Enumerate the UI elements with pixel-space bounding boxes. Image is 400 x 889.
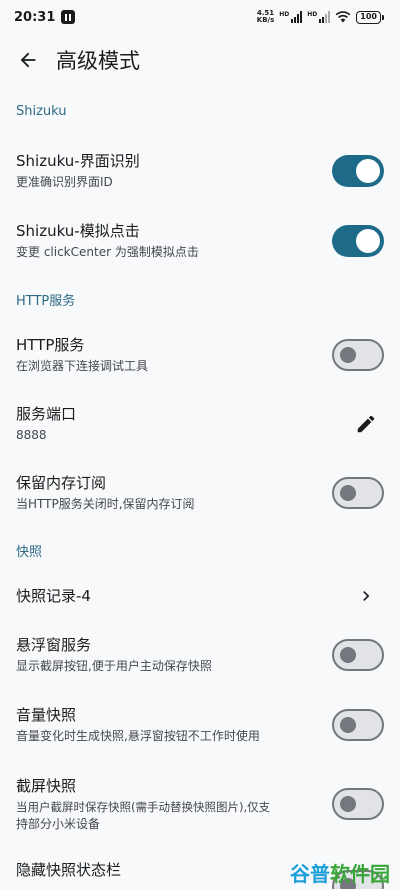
media-pause-icon (61, 10, 76, 24)
setting-title: 快照记录-4 (16, 587, 91, 605)
status-icons: 4.51 KB/s HD HD 100 (257, 10, 384, 24)
setting-subtitle: 在浏览器下连接调试工具 (16, 359, 149, 373)
setting-snapshot-records[interactable]: 快照记录-4 (0, 576, 400, 616)
setting-subtitle: 音量变化时生成快照,悬浮窗按钮不工作时使用 (16, 729, 260, 743)
toggle-screenshot-snapshot[interactable] (332, 788, 384, 820)
battery-level: 100 (356, 10, 381, 24)
battery-icon: 100 (356, 10, 384, 24)
snapshot-records-chevron (350, 580, 382, 612)
arrow-back-icon (20, 52, 36, 68)
chevron-right-icon (363, 591, 370, 601)
setting-subtitle: 8888 (16, 428, 47, 442)
toggle-floating-window[interactable] (332, 639, 384, 671)
setting-title: 隐藏快照状态栏 (16, 861, 122, 879)
app-bar: 高级模式 (0, 34, 400, 86)
signal-1-tag: HD (279, 11, 290, 18)
watermark-part-2: 软件园 (330, 862, 390, 886)
setting-screenshot-snapshot[interactable]: 截屏快照 当用户截屏时保存快照(需手动替换快照图片),仅支 持部分小米设备 (0, 768, 400, 840)
wifi-icon (335, 11, 351, 23)
setting-floating-window[interactable]: 悬浮窗服务 显示截屏按钮,便于用户主动保存快照 (0, 626, 400, 684)
section-header-snapshot: 快照 (16, 545, 43, 560)
network-speed: 4.51 KB/s (257, 10, 274, 24)
setting-title: 保留内存订阅 (16, 474, 107, 492)
watermark-part-1: 谷普 (290, 862, 330, 886)
setting-service-port[interactable]: 服务端口 8888 (0, 395, 400, 453)
page-title: 高级模式 (56, 49, 140, 73)
signal-icon-2: HD (307, 11, 331, 23)
section-header-http: HTTP服务 (16, 294, 76, 309)
status-bar: 20:31 4.51 KB/s HD HD 100 (0, 0, 400, 34)
setting-title: Shizuku-界面识别 (16, 152, 140, 170)
setting-keep-subscription[interactable]: 保留内存订阅 当HTTP服务关闭时,保留内存订阅 (0, 464, 400, 522)
toggle-ui-recognition[interactable] (332, 155, 384, 187)
section-header-shizuku: Shizuku (16, 104, 67, 119)
signal-2-tag: HD (307, 11, 318, 18)
setting-title: 服务端口 (16, 405, 77, 423)
setting-subtitle: 变更 clickCenter 为强制模拟点击 (16, 245, 199, 259)
setting-title: 截屏快照 (16, 776, 77, 795)
back-button[interactable] (0, 34, 56, 86)
toggle-http-service[interactable] (332, 339, 384, 371)
watermark-logo: 谷普软件园 (290, 858, 390, 887)
setting-title: Shizuku-模拟点击 (16, 222, 140, 240)
setting-subtitle: 显示截屏按钮,便于用户主动保存快照 (16, 659, 212, 673)
setting-subtitle: 当HTTP服务关闭时,保留内存订阅 (16, 497, 195, 511)
status-time: 20:31 (14, 9, 56, 25)
edit-port-button[interactable] (350, 408, 382, 440)
setting-ui-recognition[interactable]: Shizuku-界面识别 更准确识别界面ID (0, 142, 400, 200)
signal-icon-1: HD (279, 11, 303, 23)
toggle-simulate-click[interactable] (332, 225, 384, 257)
setting-subtitle: 当用户截屏时保存快照(需手动替换快照图片),仅支 持部分小米设备 (16, 799, 332, 833)
setting-http-service[interactable]: HTTP服务 在浏览器下连接调试工具 (0, 326, 400, 384)
setting-title: 音量快照 (16, 706, 77, 724)
setting-title: HTTP服务 (16, 336, 85, 354)
toggle-keep-subscription[interactable] (332, 477, 384, 509)
network-speed-unit: KB/s (256, 16, 275, 24)
pencil-icon (357, 415, 375, 433)
setting-subtitle: 更准确识别界面ID (16, 175, 113, 189)
setting-volume-snapshot[interactable]: 音量快照 音量变化时生成快照,悬浮窗按钮不工作时使用 (0, 696, 400, 754)
setting-title: 悬浮窗服务 (16, 636, 92, 654)
setting-subtitle-line: 持部分小米设备 (16, 816, 101, 831)
toggle-volume-snapshot[interactable] (332, 709, 384, 741)
setting-simulate-click[interactable]: Shizuku-模拟点击 变更 clickCenter 为强制模拟点击 (0, 212, 400, 270)
setting-subtitle-line: 当用户截屏时保存快照(需手动替换快照图片),仅支 (16, 799, 271, 814)
